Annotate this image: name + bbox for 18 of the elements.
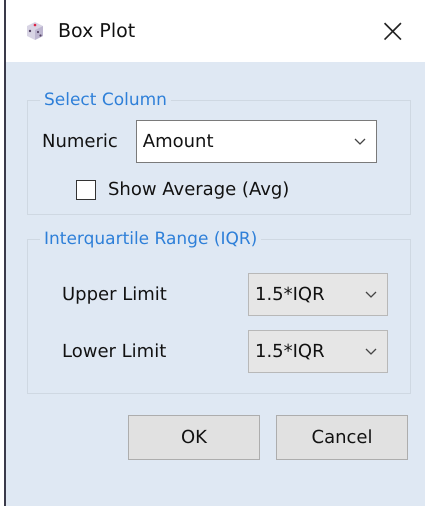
window-title: Box Plot bbox=[58, 20, 136, 42]
numeric-dropdown[interactable]: Amount bbox=[136, 120, 377, 163]
ok-button[interactable]: OK bbox=[128, 415, 260, 460]
show-average-checkbox[interactable] bbox=[76, 180, 96, 200]
cancel-button[interactable]: Cancel bbox=[276, 415, 408, 460]
limit-dropdown[interactable]: 1.5*IQR bbox=[248, 273, 388, 316]
chevron-icon bbox=[354, 138, 366, 146]
numeric-label: Numeric bbox=[42, 131, 118, 152]
limit-label: Lower Limit bbox=[62, 341, 166, 362]
chevron-icon bbox=[365, 348, 377, 356]
group-legend: Select Column bbox=[40, 90, 171, 110]
close-button[interactable]: × bbox=[372, 14, 413, 48]
limit-dropdown[interactable]: 1.5*IQR bbox=[248, 330, 388, 373]
chevron-icon bbox=[365, 290, 377, 298]
dice-icon bbox=[24, 20, 46, 42]
limit-label: Upper Limit bbox=[62, 284, 167, 305]
group-legend: Interquartile Range (IQR) bbox=[40, 229, 262, 249]
show-average-label: Show Average (Avg) bbox=[108, 179, 290, 200]
